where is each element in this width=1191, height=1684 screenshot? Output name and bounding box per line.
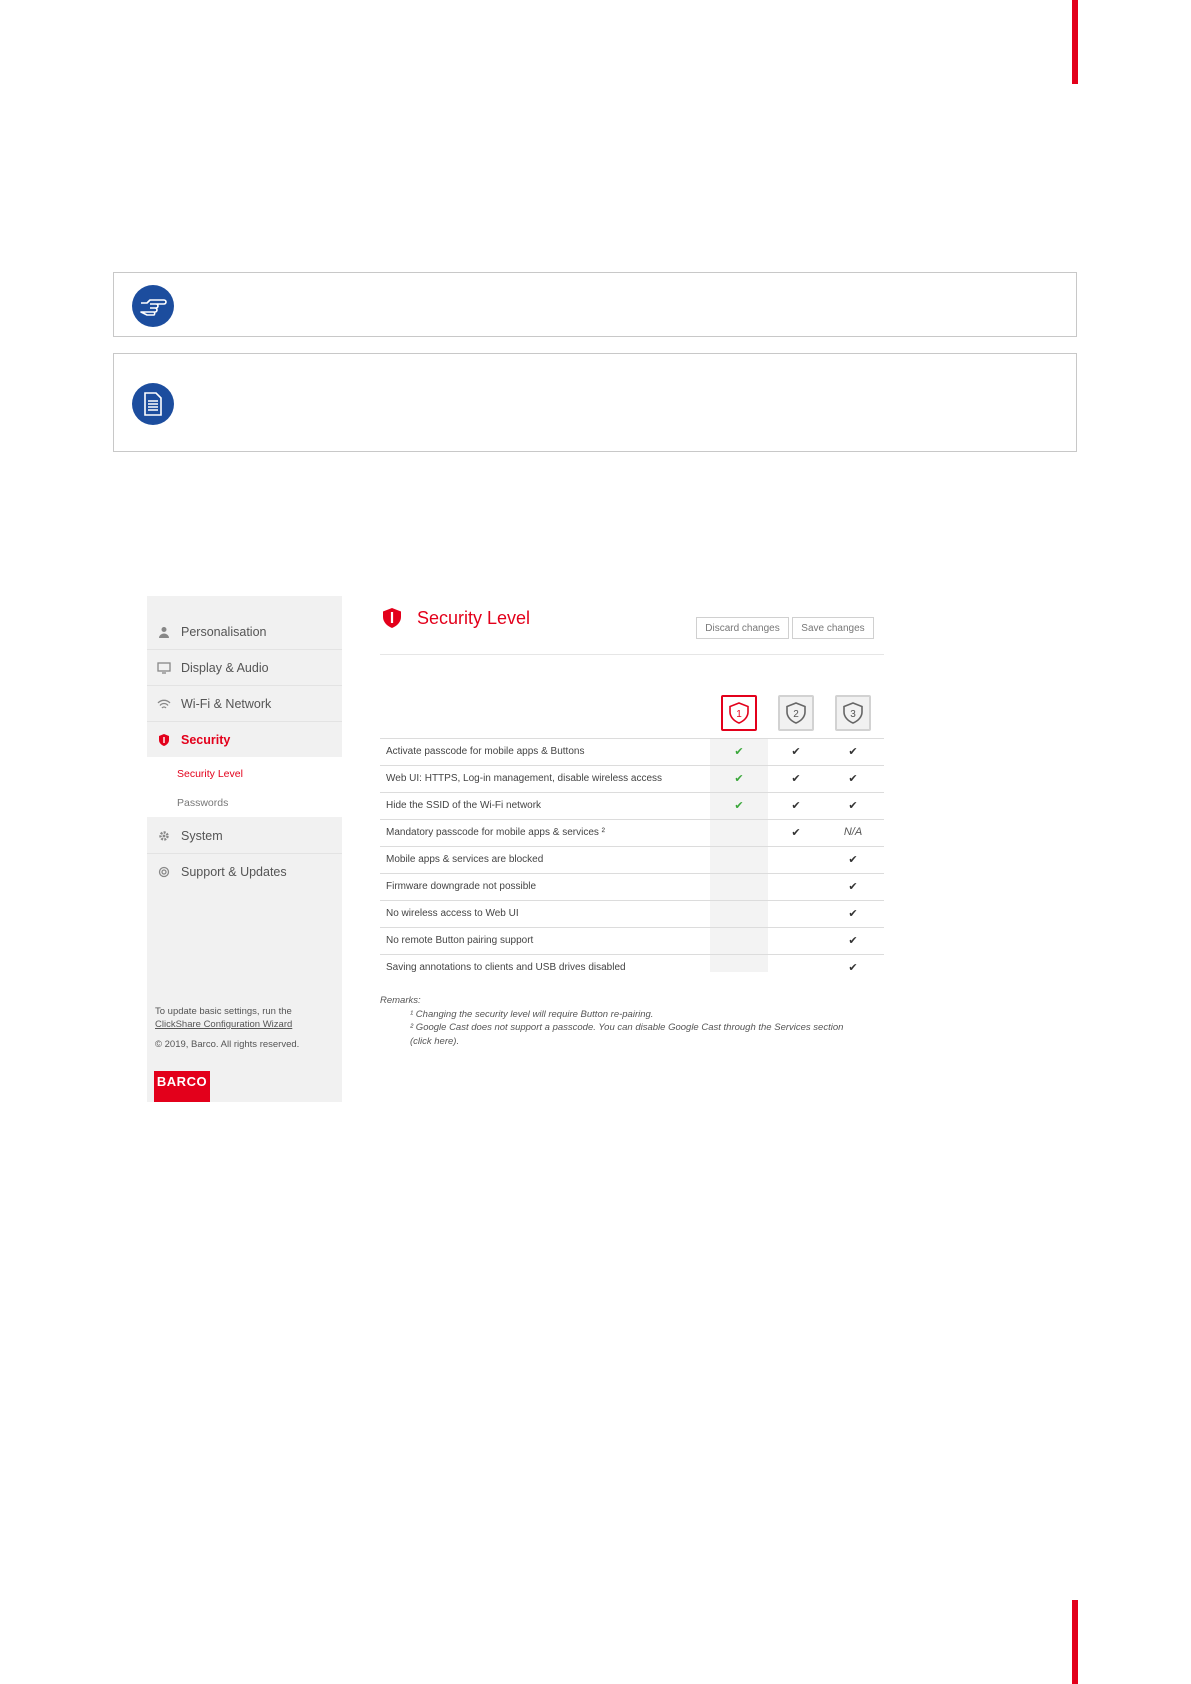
sidebar-item-support-updates[interactable]: Support & Updates [147,854,342,890]
sidebar-item-label: System [181,828,223,843]
security-feature-table: Activate passcode for mobile apps & Butt… [380,738,884,981]
sidebar-footer-text: To update basic settings, run the [155,1006,292,1017]
shield-level-icon: 2 [786,702,806,724]
check-icon: ✔ [791,773,801,785]
gear-icon [156,828,172,844]
table-row: Mandatory passcode for mobile apps & ser… [380,819,884,846]
svg-text:2: 2 [793,709,799,720]
note-notice [113,353,1077,452]
check-icon: ✔ [734,773,744,785]
check-icon: ✔ [848,746,858,758]
user-icon [156,624,172,640]
level-2-button[interactable]: 2 [778,695,814,731]
copyright: © 2019, Barco. All rights reserved. [155,1039,300,1050]
shield-icon [383,608,401,628]
row-label: No remote Button pairing support [386,935,534,946]
check-icon: ✔ [791,800,801,812]
row-label: Web UI: HTTPS, Log-in management, disabl… [386,773,663,784]
sidebar-item-label: Security [181,733,231,747]
check-icon: ✔ [734,746,744,758]
check-icon: ✔ [848,962,858,974]
check-icon: ✔ [791,746,801,758]
na-value: N/A [843,826,863,838]
table-row: Web UI: HTTPS, Log-in management, disabl… [380,765,884,792]
sidebar-item-personalisation[interactable]: Personalisation [147,614,342,650]
row-label: Hide the SSID of the Wi-Fi network [386,800,542,811]
row-label: Firmware downgrade not possible [386,881,537,892]
shield-icon [156,732,172,748]
row-label: Mobile apps & services are blocked [386,854,544,865]
shield-level-icon: 1 [729,702,749,724]
sidebar-subitem-passwords[interactable]: Passwords [177,797,228,809]
check-icon: ✔ [848,773,858,785]
table-row: Mobile apps & services are blocked ✔ [380,846,884,873]
table-row: No remote Button pairing support ✔ [380,927,884,954]
table-row: Firmware downgrade not possible ✔ [380,873,884,900]
remark-2: ² Google Cast does not support a passcod… [410,1022,844,1033]
sidebar-subitem-security-level[interactable]: Security Level [177,768,243,780]
row-label: No wireless access to Web UI [386,908,519,919]
svg-text:3: 3 [850,709,856,720]
sidebar-item-label: Personalisation [181,624,267,639]
svg-text:1: 1 [736,709,742,720]
security-submenu: Security Level Passwords [147,757,342,817]
sidebar-item-label: Support & Updates [181,865,287,879]
security-level-screenshot: Personalisation Display & Audio Wi-Fi & … [147,596,887,1102]
table-row: Hide the SSID of the Wi-Fi network ✔ ✔ ✔ [380,792,884,819]
level-3-button[interactable]: 3 [835,695,871,731]
save-changes-button[interactable]: Save changes [792,617,874,639]
shield-level-icon: 3 [843,702,863,724]
wifi-icon [156,696,172,712]
tip-notice [113,272,1077,337]
row-label: Mandatory passcode for mobile apps & ser… [386,827,605,838]
check-icon: ✔ [848,908,858,920]
row-label: Saving annotations to clients and USB dr… [386,962,626,973]
remarks-title: Remarks: [380,995,421,1006]
sidebar-item-label: Display & Audio [181,660,269,675]
page-marker-bottom [1072,1600,1078,1684]
check-icon: ✔ [791,827,801,839]
check-icon: ✔ [848,935,858,947]
barco-logo: BARCO [154,1071,210,1102]
sidebar-item-display-audio[interactable]: Display & Audio [147,650,342,686]
remarks: Remarks: ¹ Changing the security level w… [380,994,843,1048]
sidebar-item-wifi-network[interactable]: Wi-Fi & Network [147,686,342,722]
discard-changes-button[interactable]: Discard changes [696,617,789,639]
document-icon [132,383,174,425]
monitor-icon [156,660,172,676]
check-icon: ✔ [848,800,858,812]
lifebuoy-icon [156,864,172,880]
remark-2-link[interactable]: (click here). [380,1035,843,1049]
sidebar-item-system[interactable]: System [147,818,342,854]
sidebar-item-security[interactable]: Security [147,722,342,758]
sidebar-item-label: Wi-Fi & Network [181,696,272,711]
header-divider [380,654,884,655]
page-title: Security Level [383,607,530,629]
table-row: Activate passcode for mobile apps & Butt… [380,738,884,765]
check-icon: ✔ [848,881,858,893]
table-row: No wireless access to Web UI ✔ [380,900,884,927]
check-icon: ✔ [848,854,858,866]
level-1-button[interactable]: 1 [721,695,757,731]
page-marker-top [1072,0,1078,84]
configuration-wizard-link[interactable]: ClickShare Configuration Wizard [155,1019,292,1030]
check-icon: ✔ [734,800,744,812]
remark-1: ¹ Changing the security level will requi… [410,1008,654,1020]
table-row: Saving annotations to clients and USB dr… [380,954,884,981]
sidebar: Personalisation Display & Audio Wi-Fi & … [147,596,342,1102]
row-label: Activate passcode for mobile apps & Butt… [386,746,585,757]
pointing-hand-icon [132,285,174,327]
